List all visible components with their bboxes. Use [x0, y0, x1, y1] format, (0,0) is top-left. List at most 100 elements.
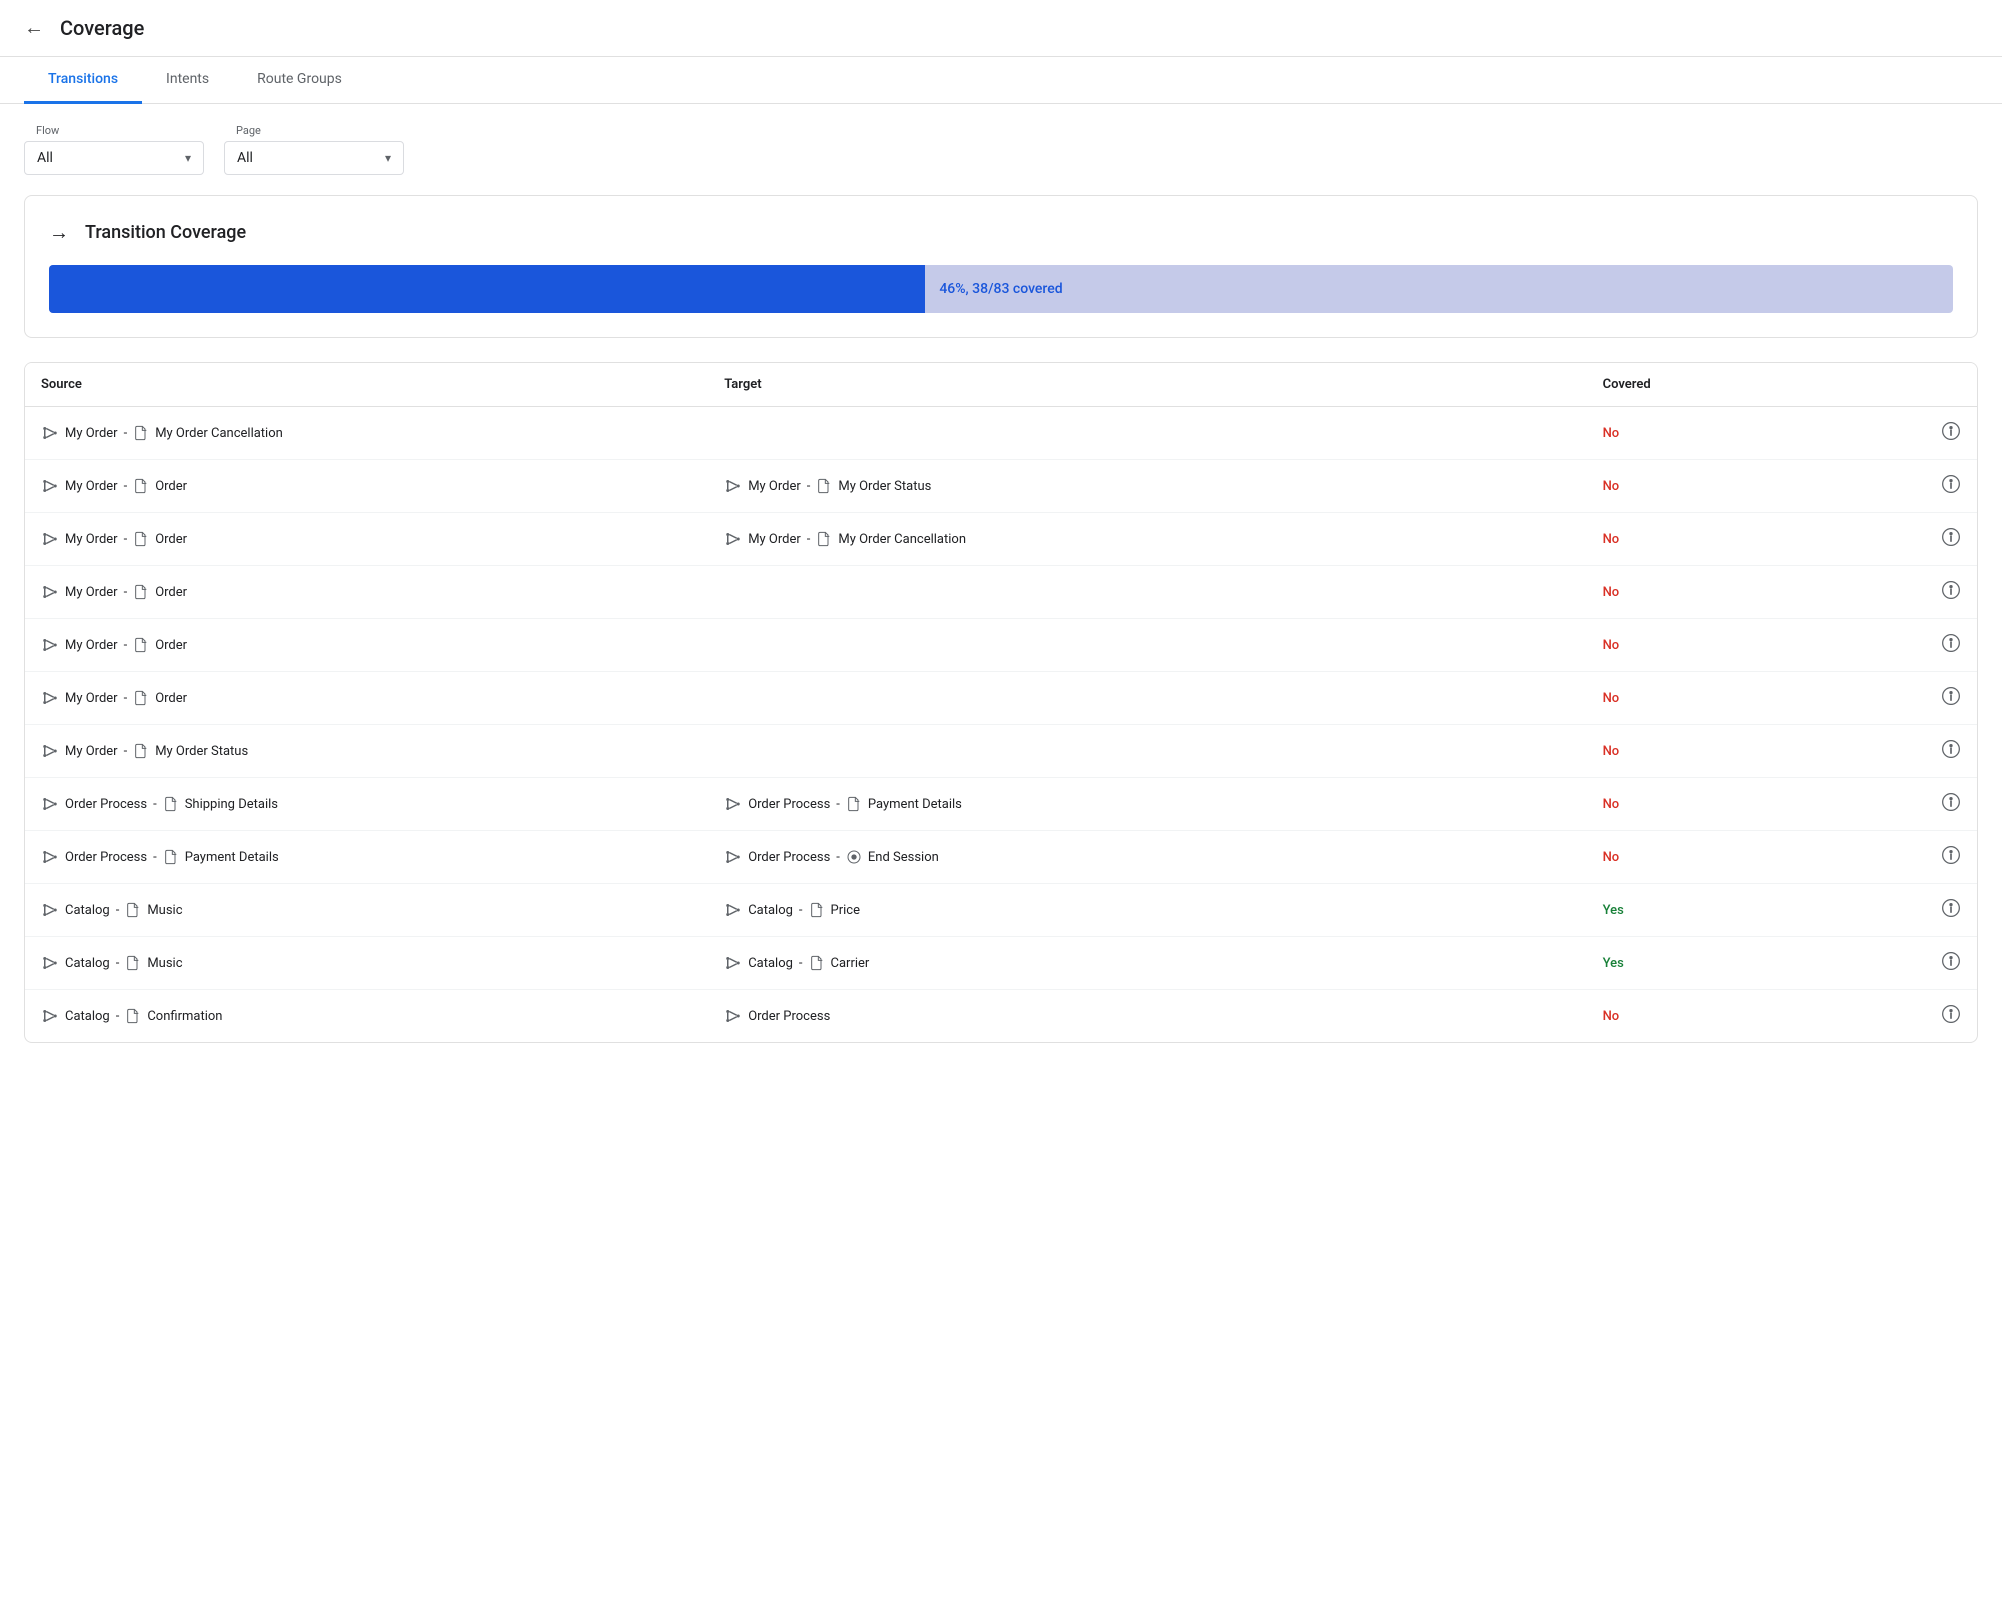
page-filter-arrow: ▾ [385, 151, 391, 165]
flow-icon [41, 954, 59, 972]
page-icon [133, 531, 149, 547]
page-icon [133, 425, 149, 441]
info-icon[interactable] [1941, 580, 1961, 600]
info-icon[interactable] [1941, 474, 1961, 494]
cell-content: My Order - Order [41, 530, 692, 548]
table-row: My Order - Order My Order - My Order Can… [25, 513, 1977, 566]
cell-flow-name: Catalog [65, 903, 110, 918]
info-icon[interactable] [1941, 1004, 1961, 1024]
flow-icon [724, 795, 742, 813]
info-icon[interactable] [1941, 527, 1961, 547]
flow-icon [41, 689, 59, 707]
flow-filter-group: Flow All ▾ [24, 124, 204, 175]
info-icon[interactable] [1941, 951, 1961, 971]
cell-page-name: Price [831, 903, 860, 918]
target-cell: Catalog - Price [708, 884, 1586, 937]
cell-content: My Order - Order [41, 477, 692, 495]
source-cell: My Order - My Order Status [25, 725, 708, 778]
back-button[interactable]: ← [24, 17, 44, 40]
action-cell[interactable] [1821, 407, 1977, 460]
info-icon[interactable] [1941, 845, 1961, 865]
cell-page-name: Order [155, 585, 187, 600]
covered-value: No [1603, 532, 1620, 547]
covered-value: No [1603, 691, 1620, 706]
covered-cell: No [1587, 513, 1821, 566]
covered-cell: No [1587, 619, 1821, 672]
cell-page-name: Confirmation [147, 1009, 222, 1024]
action-cell[interactable] [1821, 460, 1977, 513]
col-header-covered: Covered [1587, 363, 1821, 407]
covered-value: Yes [1603, 956, 1624, 971]
cell-flow-name: Catalog [65, 956, 110, 971]
action-cell[interactable] [1821, 937, 1977, 990]
action-cell[interactable] [1821, 619, 1977, 672]
page-icon [816, 478, 832, 494]
action-cell[interactable] [1821, 513, 1977, 566]
info-icon[interactable] [1941, 686, 1961, 706]
covered-cell: Yes [1587, 884, 1821, 937]
source-cell: My Order - Order [25, 566, 708, 619]
action-cell[interactable] [1821, 990, 1977, 1043]
source-cell: Catalog - Music [25, 884, 708, 937]
covered-value: No [1603, 1009, 1620, 1024]
page-filter-value: All [237, 150, 253, 166]
target-cell: Order Process - Payment Details [708, 778, 1586, 831]
cell-page-name: Music [147, 956, 182, 971]
flow-icon [41, 636, 59, 654]
cell-page-name: My Order Status [155, 744, 248, 759]
covered-value: No [1603, 638, 1620, 653]
info-icon[interactable] [1941, 792, 1961, 812]
cell-flow-name: My Order [65, 532, 118, 547]
col-header-target: Target [708, 363, 1586, 407]
cell-page-name: Shipping Details [185, 797, 278, 812]
source-cell: My Order - My Order Cancellation [25, 407, 708, 460]
cell-content: My Order - My Order Cancellation [41, 424, 692, 442]
info-icon[interactable] [1941, 421, 1961, 441]
action-cell[interactable] [1821, 672, 1977, 725]
source-cell: Order Process - Shipping Details [25, 778, 708, 831]
target-cell [708, 566, 1586, 619]
cell-flow-name: Order Process [748, 797, 830, 812]
target-cell: My Order - My Order Cancellation [708, 513, 1586, 566]
tab-route-groups[interactable]: Route Groups [233, 57, 366, 104]
info-icon[interactable] [1941, 739, 1961, 759]
action-cell[interactable] [1821, 778, 1977, 831]
covered-value: Yes [1603, 903, 1624, 918]
tab-transitions[interactable]: Transitions [24, 57, 142, 104]
flow-filter-value: All [37, 150, 53, 166]
target-cell [708, 619, 1586, 672]
source-cell: Order Process - Payment Details [25, 831, 708, 884]
col-header-source: Source [25, 363, 708, 407]
filters-row: Flow All ▾ Page All ▾ [0, 104, 2002, 195]
tab-intents[interactable]: Intents [142, 57, 233, 104]
action-cell[interactable] [1821, 566, 1977, 619]
page-icon [163, 796, 179, 812]
transitions-table: Source Target Covered My Order - My Orde… [25, 363, 1977, 1042]
page-icon [816, 531, 832, 547]
target-cell: My Order - My Order Status [708, 460, 1586, 513]
source-cell: My Order - Order [25, 672, 708, 725]
cell-flow-name: My Order [748, 532, 801, 547]
cell-flow-name: My Order [65, 638, 118, 653]
flow-filter-select[interactable]: All ▾ [24, 141, 204, 175]
action-cell[interactable] [1821, 831, 1977, 884]
cell-page-name: Payment Details [868, 797, 962, 812]
info-icon[interactable] [1941, 633, 1961, 653]
info-icon[interactable] [1941, 898, 1961, 918]
action-cell[interactable] [1821, 725, 1977, 778]
action-cell[interactable] [1821, 884, 1977, 937]
cell-flow-name: Catalog [748, 903, 793, 918]
page-icon [163, 849, 179, 865]
source-cell: My Order - Order [25, 619, 708, 672]
source-cell: My Order - Order [25, 513, 708, 566]
cell-page-name: My Order Status [838, 479, 931, 494]
page-filter-select[interactable]: All ▾ [224, 141, 404, 175]
page-icon [125, 1008, 141, 1024]
cell-page-name: End Session [868, 850, 939, 865]
target-cell [708, 672, 1586, 725]
tabs-bar: Transitions Intents Route Groups [0, 57, 2002, 104]
flow-icon [724, 530, 742, 548]
cell-flow-name: Order Process [65, 850, 147, 865]
cell-flow-name: My Order [65, 691, 118, 706]
cell-page-name: Order [155, 479, 187, 494]
